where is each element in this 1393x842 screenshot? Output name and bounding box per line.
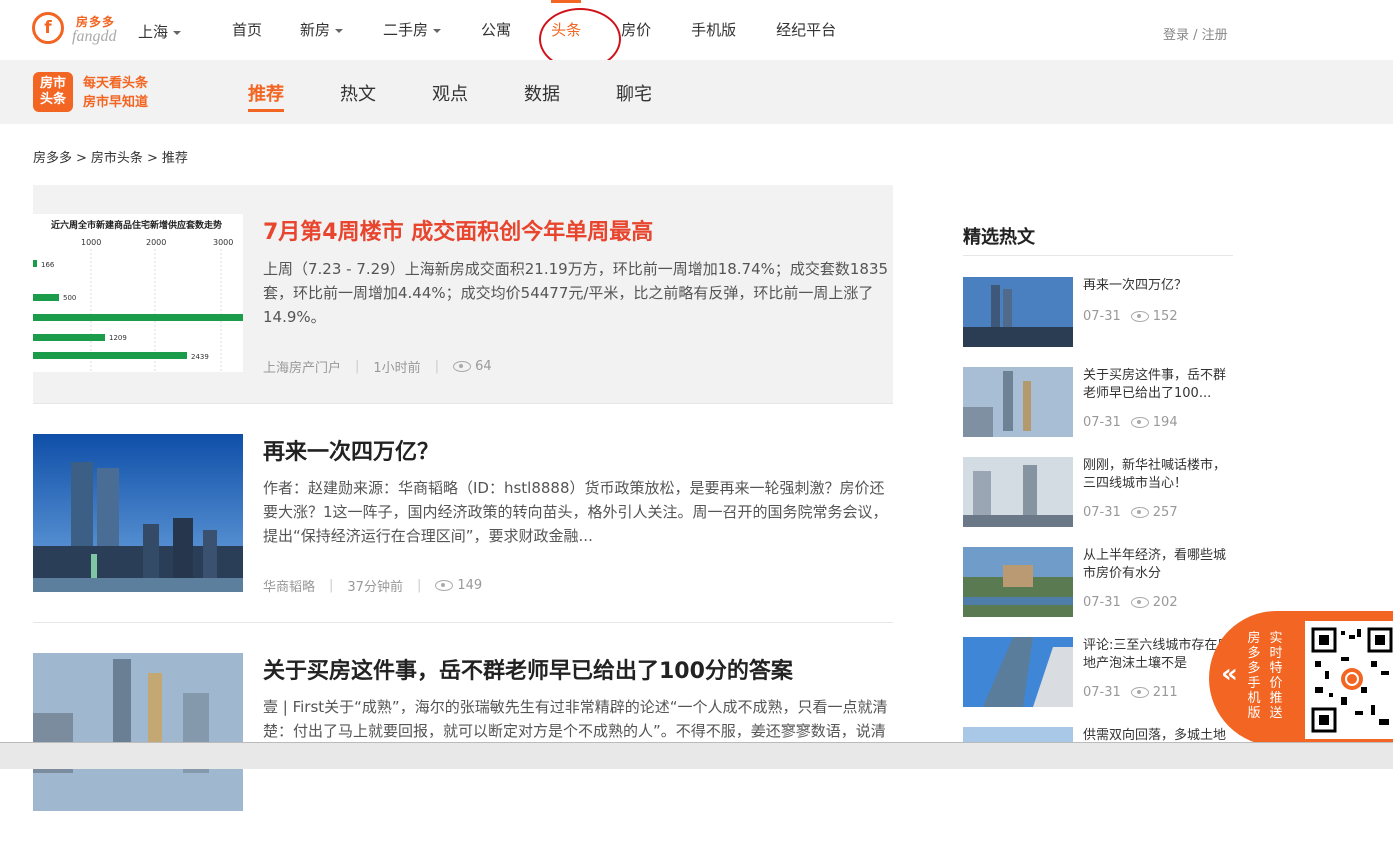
sidebar-thumbnail bbox=[963, 727, 1073, 742]
nav-item-price[interactable]: 房价 bbox=[621, 0, 651, 60]
svg-text:2439: 2439 bbox=[191, 353, 209, 361]
sidebar-thumbnail bbox=[963, 637, 1073, 707]
article-summary: 作者：赵建勋来源：华商韬略（ID：hstl8888）货币政策放松，是要再来一轮强… bbox=[263, 479, 888, 545]
sidebar-article[interactable]: 刚刚，新华社喊话楼市，三四线城市当心！ 07-31 257 bbox=[963, 457, 1233, 529]
eye-icon bbox=[435, 580, 454, 591]
article-title[interactable]: 7月第4周楼市 成交面积创今年单周最高 bbox=[263, 214, 653, 246]
sidebar-article[interactable]: 评论:三至六线城市存在房地产泡沫土壤不是 07-31 211 bbox=[963, 637, 1233, 709]
main-nav: 首页 新房 二手房 公寓 头条 房价 手机版 经纪平台 bbox=[232, 0, 836, 60]
sidebar-article-title[interactable]: 从上半年经济，看哪些城市房价有水分 bbox=[1083, 547, 1233, 583]
sidebar-article[interactable]: 关于买房这件事，岳不群老师早已给出了100... 07-31 194 bbox=[963, 367, 1233, 439]
article-meta: 上海房产门户 | 1小时前 | 64 bbox=[263, 359, 492, 376]
eye-icon bbox=[453, 361, 472, 372]
article-source: 华商韬略 bbox=[263, 580, 316, 595]
article-title[interactable]: 关于买房这件事，岳不群老师早已给出了100分的答案 bbox=[263, 653, 793, 685]
sidebar-article-meta: 07-31 257 bbox=[1083, 505, 1178, 520]
brand-sub: fangdd bbox=[72, 28, 117, 45]
sidebar-article[interactable]: 供需双向回落，多城土地流拍 bbox=[963, 727, 1233, 742]
svg-text:1000: 1000 bbox=[81, 238, 101, 247]
sidebar-article-meta: 07-31 194 bbox=[1083, 415, 1178, 430]
eye-icon bbox=[1130, 687, 1149, 698]
city-selector[interactable]: 上海 bbox=[138, 21, 182, 42]
sidebar-article[interactable]: 再来一次四万亿？ 07-31 152 bbox=[963, 277, 1233, 349]
sidebar-article-meta: 07-31 211 bbox=[1083, 685, 1178, 700]
tab-recommend[interactable]: 推荐 bbox=[248, 80, 284, 112]
article-title[interactable]: 再来一次四万亿？ bbox=[263, 434, 439, 466]
promo-text-mobile: 房多多手机版 bbox=[1247, 631, 1261, 721]
breadcrumb: 房多多 > 房市头条 > 推荐 bbox=[33, 151, 188, 166]
nav-item-new-house[interactable]: 新房 bbox=[300, 0, 344, 60]
sidebar-article-meta: 07-31 202 bbox=[1083, 595, 1178, 610]
svg-text:近六周全市新建商品住宅新增供应套数走势: 近六周全市新建商品住宅新增供应套数走势 bbox=[51, 219, 222, 231]
breadcrumb-home[interactable]: 房多多 bbox=[33, 151, 72, 166]
article-summary: 上周（7.23 - 7.29）上海新房成交面积21.19万方，环比前一周增加18… bbox=[263, 260, 889, 326]
svg-text:166: 166 bbox=[41, 261, 55, 269]
tab-chat[interactable]: 聊宅 bbox=[616, 80, 652, 112]
headlines-slogan: 每天看头条 房市早知道 bbox=[83, 76, 149, 110]
article-source: 上海房产门户 bbox=[263, 361, 342, 376]
eye-icon bbox=[1130, 507, 1149, 518]
article-thumbnail bbox=[33, 434, 243, 592]
svg-text:500: 500 bbox=[63, 294, 76, 302]
active-tab-underline bbox=[248, 109, 284, 112]
tab-data[interactable]: 数据 bbox=[524, 80, 560, 112]
nav-item-home[interactable]: 首页 bbox=[232, 0, 262, 60]
sidebar-thumbnail bbox=[963, 547, 1073, 617]
nav-item-agent-platform[interactable]: 经纪平台 bbox=[776, 0, 836, 60]
article-thumbnail bbox=[33, 653, 243, 811]
svg-text:3000: 3000 bbox=[213, 238, 233, 247]
nav-item-second-hand[interactable]: 二手房 bbox=[383, 0, 442, 60]
sidebar-divider bbox=[963, 255, 1233, 256]
sidebar-thumbnail bbox=[963, 367, 1073, 437]
sidebar-article-title[interactable]: 刚刚，新华社喊话楼市，三四线城市当心！ bbox=[1083, 457, 1233, 493]
sidebar-thumbnail bbox=[963, 277, 1073, 347]
sidebar-thumbnail bbox=[963, 457, 1073, 527]
brand-logo[interactable]: f 房多多 fangdd bbox=[32, 12, 122, 48]
sidebar-article-title[interactable]: 再来一次四万亿？ bbox=[1083, 277, 1233, 295]
tab-opinion[interactable]: 观点 bbox=[432, 80, 468, 112]
article-time: 37分钟前 bbox=[347, 580, 403, 595]
tab-hot[interactable]: 热文 bbox=[340, 80, 376, 112]
article-views: 149 bbox=[457, 578, 483, 593]
sidebar-article[interactable]: 从上半年经济，看哪些城市房价有水分 07-31 202 bbox=[963, 547, 1233, 619]
eye-icon bbox=[1130, 417, 1149, 428]
chevron-down-icon bbox=[433, 28, 442, 33]
promo-text-deals: 实时特价推送 bbox=[1269, 631, 1283, 721]
article-item[interactable]: 近六周全市新建商品住宅新增供应套数走势 1000 2000 3000 166 5… bbox=[33, 185, 893, 404]
sidebar-title: 精选热文 bbox=[963, 227, 1035, 248]
nav-item-mobile[interactable]: 手机版 bbox=[691, 0, 736, 60]
sidebar-article-title[interactable]: 关于买房这件事，岳不群老师早已给出了100... bbox=[1083, 367, 1233, 403]
qr-code-icon bbox=[1305, 621, 1393, 739]
os-taskbar bbox=[0, 742, 1393, 769]
chevron-down-icon bbox=[173, 30, 182, 35]
sidebar-article-meta: 07-31 152 bbox=[1083, 309, 1178, 324]
login-register-link[interactable]: 登录 / 注册 bbox=[1163, 24, 1228, 43]
eye-icon bbox=[1130, 597, 1149, 608]
mobile-app-promo[interactable]: « 房多多手机版 实时特价推送 bbox=[1209, 611, 1393, 746]
chevron-down-icon bbox=[335, 28, 344, 33]
headlines-logo[interactable]: 房市 头条 bbox=[33, 72, 73, 112]
double-chevron-left-icon[interactable]: « bbox=[1221, 659, 1238, 689]
article-item[interactable]: 再来一次四万亿？ 作者：赵建勋来源：华商韬略（ID：hstl8888）货币政策放… bbox=[33, 404, 893, 623]
article-meta: 华商韬略 | 37分钟前 | 149 bbox=[263, 578, 483, 595]
eye-icon bbox=[1130, 311, 1149, 322]
article-time: 1小时前 bbox=[373, 361, 421, 376]
top-nav: f 房多多 fangdd 上海 首页 新房 二手房 公寓 头条 房价 手机版 经… bbox=[0, 0, 1393, 70]
breadcrumb-headlines[interactable]: 房市头条 bbox=[91, 151, 143, 166]
article-item[interactable]: 关于买房这件事，岳不群老师早已给出了100分的答案 壹 | First关于“成熟… bbox=[33, 623, 893, 842]
article-thumbnail-chart: 近六周全市新建商品住宅新增供应套数走势 1000 2000 3000 166 5… bbox=[33, 214, 243, 372]
breadcrumb-current: 推荐 bbox=[161, 151, 188, 166]
active-indicator bbox=[551, 0, 582, 3]
sub-tabs: 推荐 热文 观点 数据 聊宅 bbox=[248, 80, 708, 112]
article-views: 64 bbox=[475, 359, 492, 374]
logo-icon: f bbox=[32, 12, 64, 44]
city-label: 上海 bbox=[138, 23, 169, 41]
nav-item-apartment[interactable]: 公寓 bbox=[481, 0, 511, 60]
svg-text:2000: 2000 bbox=[146, 238, 166, 247]
svg-text:1209: 1209 bbox=[109, 334, 127, 342]
